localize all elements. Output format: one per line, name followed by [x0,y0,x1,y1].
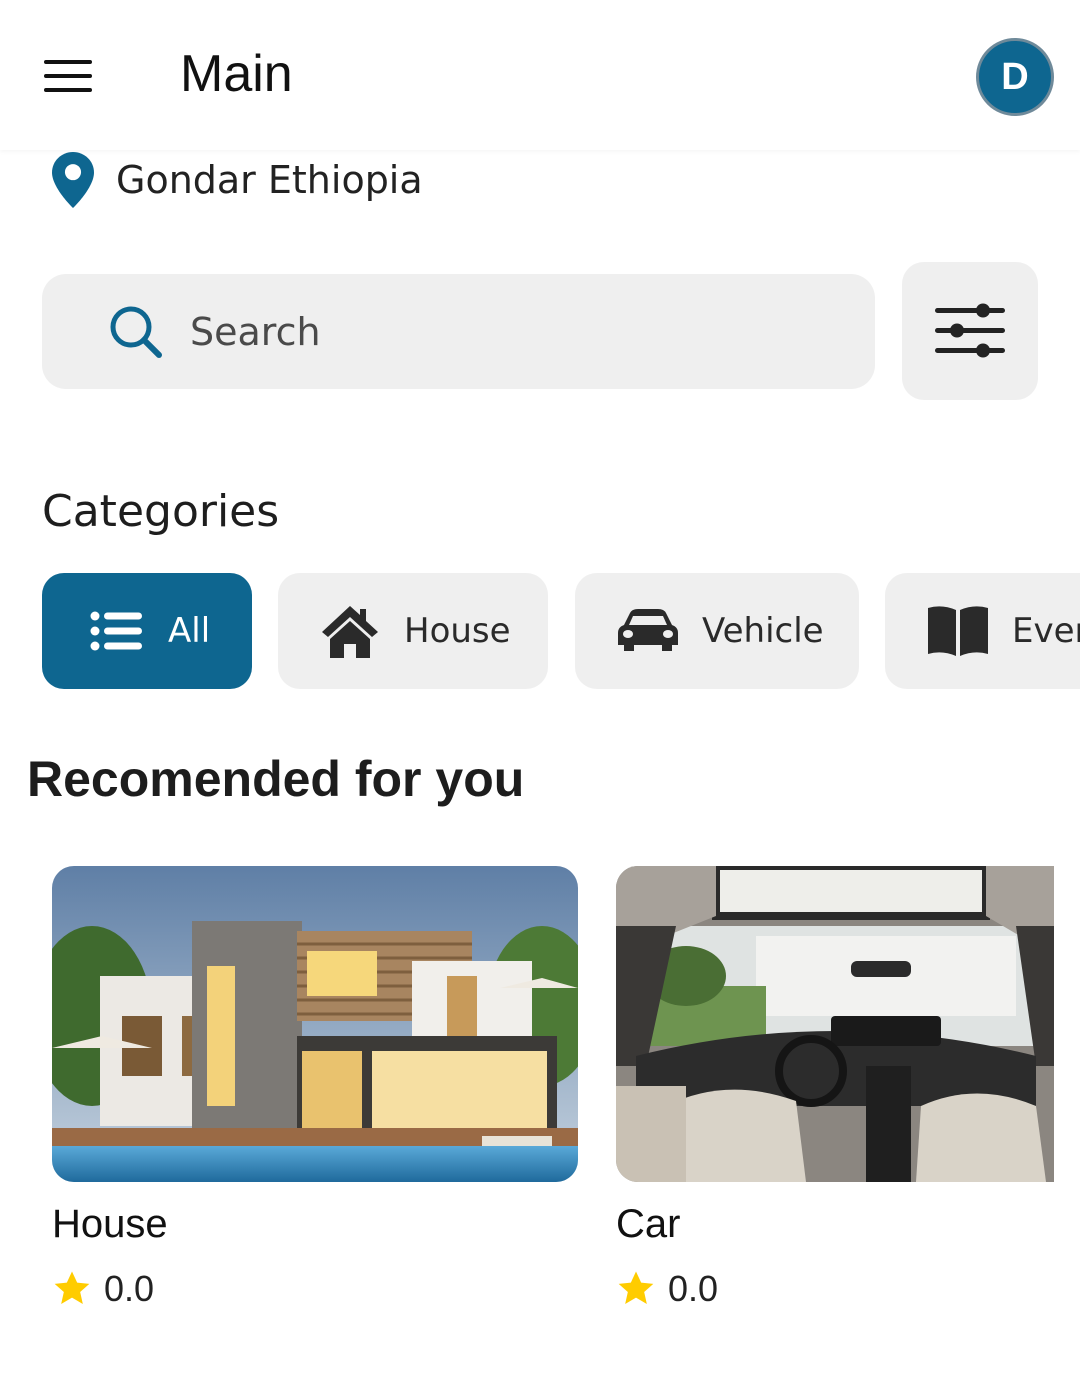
card-title: House [52,1202,168,1246]
app-root: Main D Gondar Ethiopia Categories [0,0,1080,1380]
list-icon [90,611,142,651]
house-image[interactable] [52,866,578,1182]
category-label: Ever [1012,611,1080,651]
category-chip-events[interactable]: Ever [885,573,1080,689]
car-image[interactable] [616,866,1054,1182]
car-icon [618,609,678,651]
filter-button[interactable] [902,262,1038,400]
listing-card-car[interactable]: Car 0.0 [616,866,1054,1316]
recommended-heading: Recomended for you [27,751,525,807]
category-chip-vehicle[interactable]: Vehicle [575,573,859,689]
location-row[interactable]: Gondar Ethiopia [52,150,423,210]
category-label: Vehicle [702,611,824,651]
modern-house-photo [52,866,578,1182]
star-icon [618,1271,654,1304]
star-icon [54,1271,90,1304]
location-pin-icon [52,152,94,208]
location-text: Gondar Ethiopia [116,158,423,202]
sliders-icon [935,303,1005,358]
top-app-bar: Main D [0,0,1080,150]
card-rating: 0.0 [52,1268,154,1310]
search-bar[interactable] [42,274,875,389]
search-input[interactable] [190,302,830,362]
rating-value: 0.0 [668,1268,719,1309]
search-icon [110,306,162,358]
avatar[interactable]: D [976,38,1054,116]
page-title: Main [180,45,293,103]
car-interior-photo [616,866,1054,1182]
listing-card-house[interactable]: House 0.0 [52,866,578,1316]
card-title: Car [616,1202,681,1246]
card-rating: 0.0 [616,1268,718,1310]
hamburger-menu-icon[interactable] [44,60,92,94]
category-chip-house[interactable]: House [278,573,548,689]
categories-heading: Categories [42,486,280,537]
category-label: House [404,611,511,651]
category-label: All [168,611,211,651]
house-icon [322,606,378,658]
rating-value: 0.0 [104,1268,155,1309]
book-icon [928,606,988,656]
category-chip-all[interactable]: All [42,573,252,689]
